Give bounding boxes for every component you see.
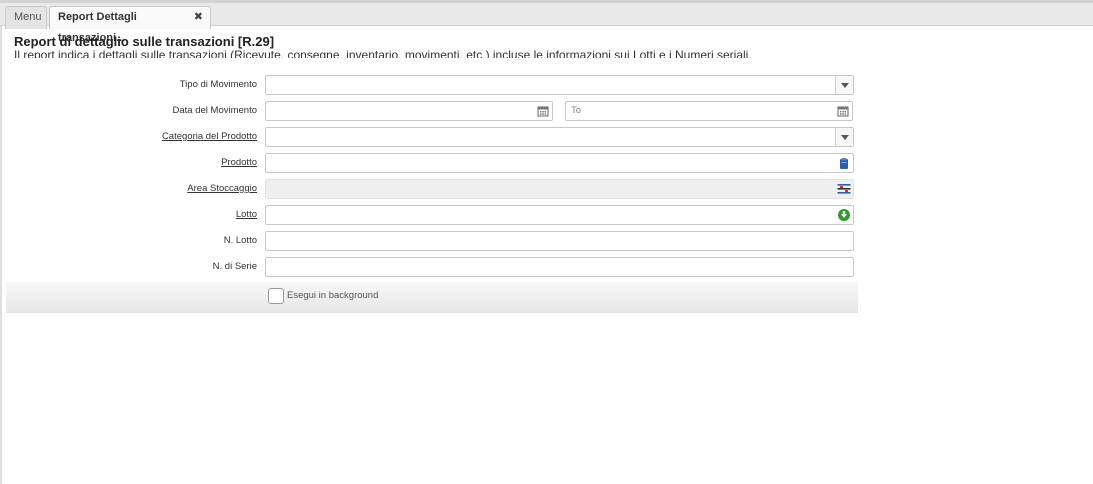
calendar-icon[interactable] (834, 102, 852, 120)
area-stoccaggio-input (265, 179, 854, 199)
report-header: Report di dettaglio sulle transazioni [R… (14, 35, 1084, 58)
label-tipo-movimento: Tipo di Movimento (179, 79, 257, 90)
tab-menu[interactable]: Menu (5, 6, 47, 29)
data-movimento-from-input[interactable] (265, 101, 553, 121)
categoria-prodotto-select[interactable] (265, 127, 854, 147)
label-lotto[interactable]: Lotto (97, 205, 257, 225)
data-movimento-to-input[interactable]: To (565, 101, 853, 121)
tab-menu-label: Menu (14, 11, 42, 23)
locator-icon[interactable] (835, 180, 853, 198)
row-lotto: Lotto (0, 205, 1093, 225)
row-area-stoccaggio: Area Stoccaggio (0, 179, 1093, 199)
label-area-stoccaggio[interactable]: Area Stoccaggio (97, 179, 257, 199)
form-footer: Esegui in background (6, 282, 858, 313)
page-description: Il report indica i dettagli sulle transa… (14, 48, 752, 58)
label-n-serie: N. di Serie (212, 261, 257, 272)
row-categoria-prodotto: Categoria del Prodotto (0, 127, 1093, 147)
product-search-icon[interactable] (835, 154, 853, 172)
calendar-icon[interactable] (534, 102, 552, 120)
n-serie-input[interactable] (265, 257, 854, 277)
tipo-movimento-select[interactable] (265, 75, 854, 95)
lotto-input[interactable] (265, 205, 854, 225)
label-data-movimento: Data del Movimento (172, 105, 257, 116)
row-prodotto: Prodotto (0, 153, 1093, 173)
n-lotto-input[interactable] (265, 231, 854, 251)
label-n-lotto: N. Lotto (223, 235, 257, 246)
close-icon[interactable]: ✖ (194, 7, 203, 28)
prodotto-input[interactable] (265, 153, 854, 173)
label-categoria-prodotto[interactable]: Categoria del Prodotto (97, 127, 257, 147)
lot-search-icon[interactable] (835, 206, 853, 224)
row-data-movimento: Data del Movimento To (0, 101, 1093, 121)
chevron-down-icon[interactable] (835, 76, 853, 94)
background-checkbox-label[interactable]: Esegui in background (287, 290, 378, 301)
background-checkbox[interactable] (268, 288, 284, 304)
tab-bar: Menu Report Dettagli transazioni... ✖ (0, 0, 1093, 44)
row-n-serie: N. di Serie (0, 257, 1093, 277)
tab-report[interactable]: Report Dettagli transazioni... ✖ (49, 6, 211, 44)
data-movimento-to-placeholder: To (571, 105, 582, 116)
page-title: Report di dettaglio sulle transazioni [R… (14, 35, 275, 49)
label-prodotto[interactable]: Prodotto (97, 153, 257, 173)
chevron-down-icon[interactable] (835, 128, 853, 146)
row-n-lotto: N. Lotto (0, 231, 1093, 251)
row-tipo-movimento: Tipo di Movimento (0, 75, 1093, 95)
